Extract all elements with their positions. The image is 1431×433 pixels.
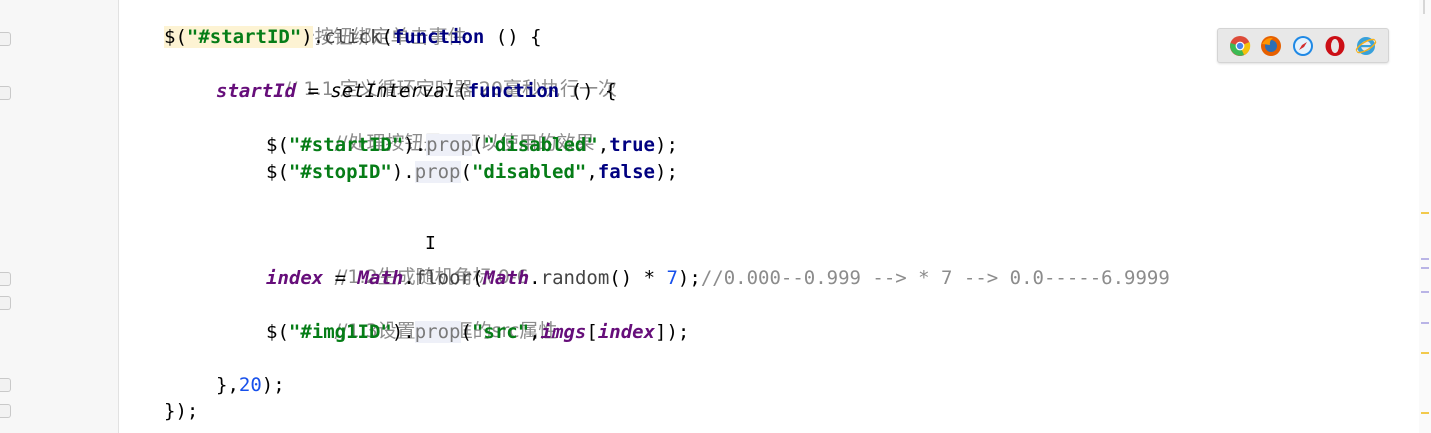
paren-close: ). bbox=[391, 161, 415, 183]
paren-open: ( bbox=[471, 134, 484, 156]
code-line-12: },20); bbox=[216, 372, 285, 398]
math-object: Math bbox=[357, 267, 404, 289]
fold-marker[interactable] bbox=[0, 32, 11, 46]
method-name: prop bbox=[426, 134, 472, 156]
index-variable: index bbox=[597, 321, 656, 343]
string-arg: "src" bbox=[471, 321, 530, 343]
bracket-open: [ bbox=[586, 321, 598, 343]
warning-marker[interactable] bbox=[1421, 212, 1429, 214]
code-end: ); bbox=[655, 161, 678, 183]
variable: index bbox=[266, 267, 324, 289]
opera-icon[interactable] bbox=[1324, 35, 1346, 57]
array-variable: imgs bbox=[540, 321, 587, 343]
dot: . bbox=[529, 267, 541, 289]
code-end: ); bbox=[655, 134, 678, 156]
code-end: ]); bbox=[655, 321, 690, 343]
comma: , bbox=[597, 134, 610, 156]
code-rest: () { bbox=[484, 26, 542, 48]
operator: = bbox=[296, 80, 331, 102]
code-line-1: //1. 给开始按钮绑定单击事件 bbox=[152, 0, 467, 48]
dot: . bbox=[403, 267, 415, 289]
jquery-dollar: $( bbox=[266, 134, 289, 156]
code-end: ); bbox=[677, 267, 701, 289]
selector-string: "#stopID" bbox=[288, 161, 392, 183]
dot: . bbox=[312, 26, 325, 48]
brace-close: }, bbox=[216, 374, 239, 396]
paren-close: ). bbox=[403, 134, 427, 156]
usage-marker[interactable] bbox=[1421, 322, 1429, 324]
code-end: ); bbox=[261, 374, 285, 396]
method-name: click bbox=[324, 26, 382, 48]
method-name: floor bbox=[414, 267, 472, 289]
text-cursor-icon: I bbox=[425, 233, 436, 254]
inline-comment: //0.000--0.999 --> * 7 --> 0.0-----6.999… bbox=[700, 267, 1170, 289]
paren-open: ( bbox=[460, 321, 472, 343]
code-line-11: $("#img1ID").prop("src",imgs[index]); bbox=[266, 319, 689, 345]
code-line-6: $("#startID").prop("disabled",true); bbox=[266, 132, 678, 158]
scrollbar-marker-strip[interactable] bbox=[1419, 0, 1431, 433]
jquery-dollar: $( bbox=[164, 26, 187, 48]
jquery-dollar: $( bbox=[266, 161, 289, 183]
function-name: setInterval bbox=[330, 80, 457, 102]
strip-line bbox=[1423, 0, 1425, 14]
usage-marker[interactable] bbox=[1421, 258, 1429, 260]
paren-close: ) bbox=[301, 26, 313, 48]
code-line-5: //处理按钮是否可以使用的效果 bbox=[266, 104, 595, 154]
browser-preview-bar bbox=[1217, 28, 1389, 63]
boolean-arg: false bbox=[597, 161, 655, 183]
code-line-3: // 1.1 定义循环定时器 20毫秒执行一次 bbox=[216, 50, 617, 100]
safari-icon[interactable] bbox=[1292, 35, 1314, 57]
keyword-function: function bbox=[392, 26, 485, 48]
paren-close: ). bbox=[391, 321, 415, 343]
string-arg: "disabled" bbox=[471, 161, 587, 183]
method-name: prop bbox=[414, 321, 461, 343]
code-rest: () { bbox=[559, 80, 617, 102]
selector-string: "#startID" bbox=[288, 134, 404, 156]
string-arg: "disabled" bbox=[483, 134, 598, 156]
code-text: }); bbox=[164, 400, 199, 422]
warning-marker[interactable] bbox=[1421, 352, 1429, 354]
fold-marker[interactable] bbox=[0, 378, 11, 392]
line-gutter bbox=[0, 0, 119, 433]
operator: = bbox=[323, 267, 358, 289]
code-line-10: //1.3设置小相框的src属性 bbox=[266, 292, 558, 342]
math-object: Math bbox=[483, 267, 530, 289]
call-expr: () * bbox=[609, 267, 667, 289]
paren-open: ( bbox=[460, 161, 472, 183]
paren-open: ( bbox=[456, 80, 468, 102]
code-line-13: }); bbox=[164, 398, 198, 424]
ie-icon[interactable] bbox=[1355, 35, 1377, 57]
code-line-9: index = Math.floor(Math.random() * 7);//… bbox=[266, 265, 1170, 291]
keyword-function: function bbox=[467, 80, 560, 102]
firefox-icon[interactable] bbox=[1260, 35, 1282, 57]
fold-marker[interactable] bbox=[0, 86, 11, 100]
selector-string: "#img1ID" bbox=[288, 321, 392, 343]
usage-marker[interactable] bbox=[1421, 267, 1429, 269]
chrome-icon[interactable] bbox=[1229, 35, 1251, 57]
code-line-2: $("#startID").click(function () { bbox=[164, 24, 542, 50]
method-name: prop bbox=[414, 161, 461, 183]
fold-marker[interactable] bbox=[0, 404, 11, 418]
fold-marker[interactable] bbox=[0, 296, 11, 310]
method-name: random bbox=[540, 267, 610, 289]
jquery-dollar: $( bbox=[266, 321, 289, 343]
comma: , bbox=[529, 321, 541, 343]
variable: startId bbox=[216, 80, 297, 102]
warning-marker[interactable] bbox=[1421, 412, 1429, 414]
fold-marker[interactable] bbox=[0, 272, 11, 286]
code-line-4: startId = setInterval(function () { bbox=[216, 78, 616, 104]
boolean-arg: true bbox=[609, 134, 655, 156]
selector-string: "#startID" bbox=[186, 26, 302, 48]
code-line-8: //1.2生成随机角标 0-6 bbox=[266, 238, 529, 288]
paren-open: ( bbox=[471, 267, 484, 289]
paren-open: ( bbox=[381, 26, 393, 48]
comma: , bbox=[586, 161, 598, 183]
number: 7 bbox=[666, 267, 678, 289]
code-area[interactable]: //1. 给开始按钮绑定单击事件 $("#startID").click(fun… bbox=[120, 0, 1391, 433]
code-line-7: $("#stopID").prop("disabled",false); bbox=[266, 159, 678, 185]
code-editor[interactable]: //1. 给开始按钮绑定单击事件 $("#startID").click(fun… bbox=[0, 0, 1431, 433]
usage-marker[interactable] bbox=[1421, 291, 1429, 293]
number: 20 bbox=[238, 374, 262, 396]
